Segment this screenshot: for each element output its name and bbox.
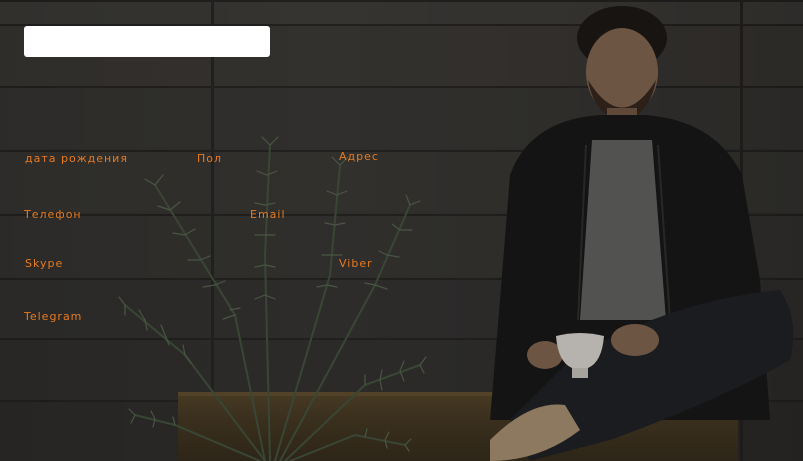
phone-field[interactable]: Телефон: [24, 208, 82, 221]
birth-date-field[interactable]: дата рождения: [25, 152, 128, 165]
viber-field[interactable]: Viber: [339, 257, 373, 270]
gender-field[interactable]: Пол: [197, 152, 222, 165]
skype-field[interactable]: Skype: [25, 257, 63, 270]
search-input[interactable]: [24, 26, 270, 57]
dim-overlay: [0, 0, 803, 461]
email-field[interactable]: Email: [250, 208, 286, 221]
telegram-field[interactable]: Telegram: [24, 310, 82, 323]
profile-screen: дата рождения Пол Адрес Телефон Email Sk…: [0, 0, 803, 461]
address-field[interactable]: Адрес: [339, 150, 379, 163]
